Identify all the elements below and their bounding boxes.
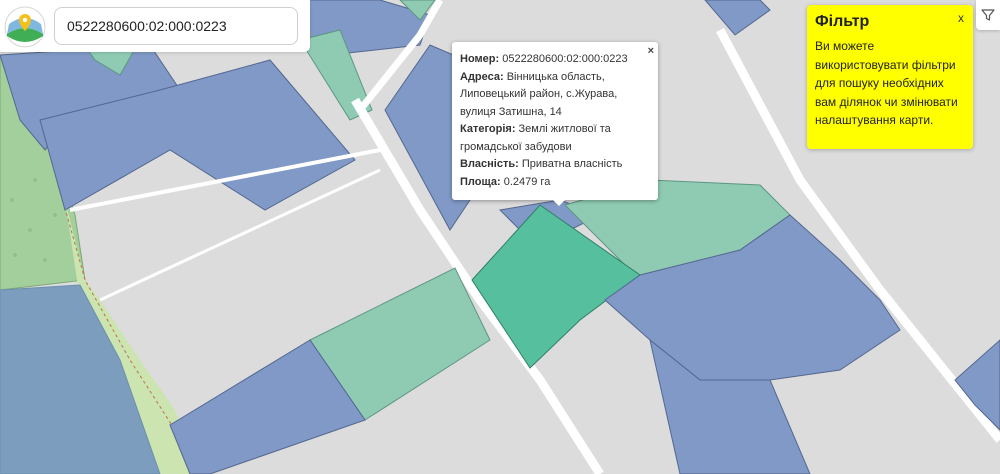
popup-row-address: Адреса: Вінницька область, Липовецький р… [460, 69, 650, 122]
filter-hint-panel: x Фільтр Ви можете використовувати фільт… [807, 5, 973, 149]
popup-label: Адреса: [460, 70, 504, 83]
popup-row-number: Номер: 0522280600:02:000:0223 [460, 51, 650, 69]
popup-row-area: Площа: 0.2479 га [460, 174, 650, 192]
popup-row-ownership: Власність: Приватна власність [460, 156, 650, 174]
popup-row-category: Категорія: Землі житлової та громадської… [460, 121, 650, 156]
popup-value: 0522280600:02:000:0223 [499, 53, 628, 65]
filter-button[interactable] [976, 0, 1000, 30]
parcel-info-popup: × Номер: 0522280600:02:000:0223 Адреса: … [452, 42, 658, 200]
filter-title: Фільтр [815, 13, 870, 30]
cadastral-number-search-input[interactable] [54, 7, 298, 45]
popup-label: Номер: [460, 53, 500, 65]
popup-value: 0.2479 га [500, 175, 551, 188]
popup-label: Категорія: [460, 123, 516, 135]
filter-close-icon[interactable]: x [958, 11, 964, 25]
popup-label: Власність: [460, 158, 519, 170]
filter-description: Ви можете використовувати фільтри для по… [815, 39, 958, 127]
search-panel [0, 0, 310, 52]
popup-value: Приватна власність [518, 158, 623, 170]
popup-pointer [552, 199, 566, 206]
popup-close-icon[interactable]: × [648, 43, 654, 61]
filter-funnel-icon [981, 9, 995, 21]
popup-label: Площа: [460, 175, 501, 188]
map-pin-logo-icon[interactable] [4, 6, 46, 48]
